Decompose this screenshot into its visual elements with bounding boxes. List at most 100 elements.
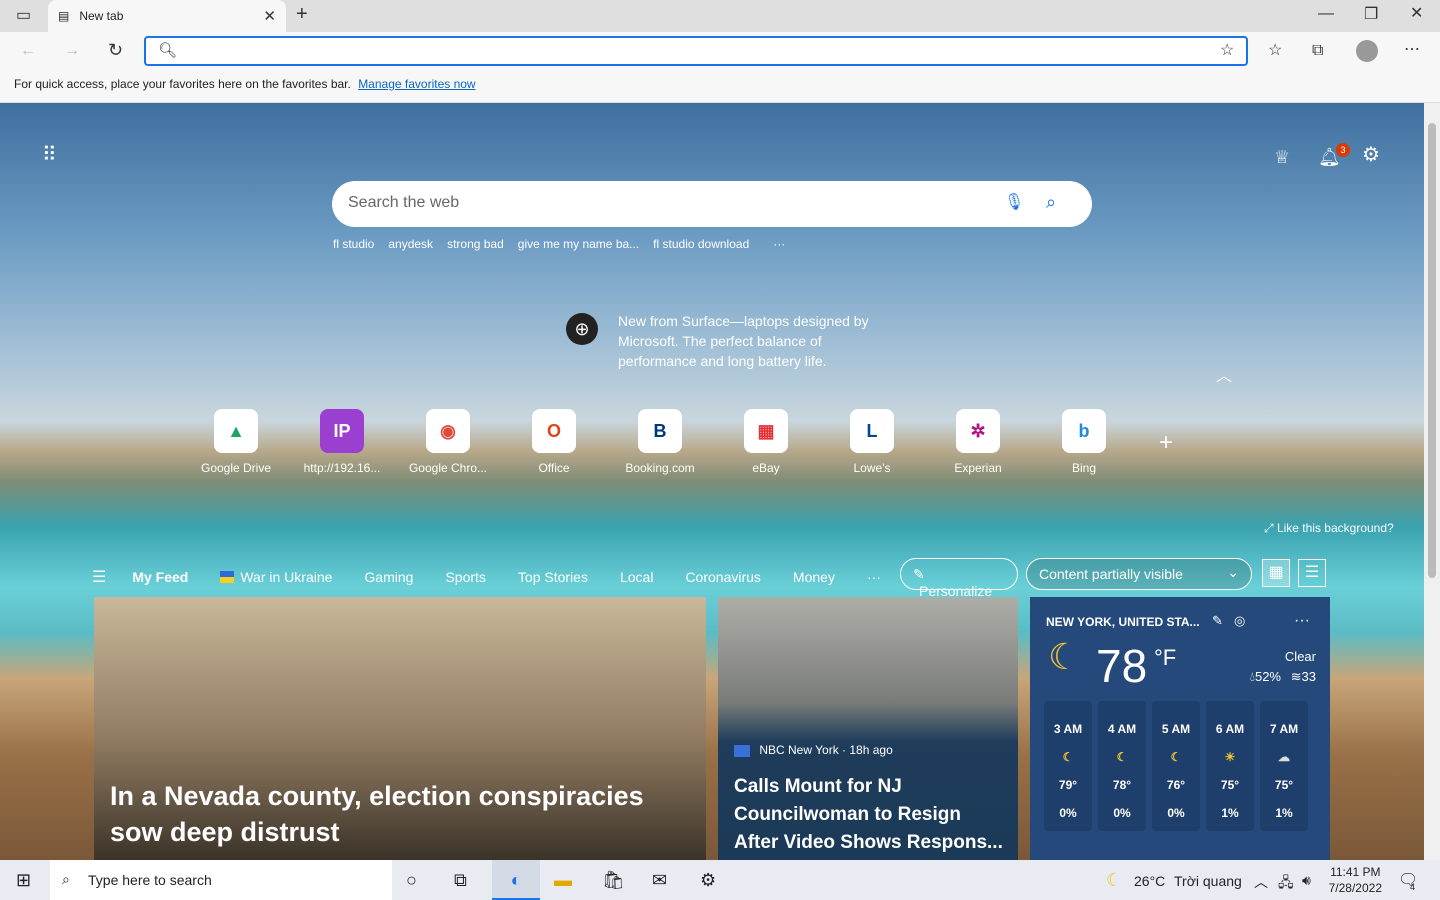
hour-precip: 0% [1059, 806, 1077, 820]
add-favorite-icon[interactable]: ☆ [1220, 43, 1234, 59]
suggestion[interactable]: fl studio [333, 237, 374, 251]
quick-link-google-drive[interactable]: ▲ Google Drive [183, 409, 289, 475]
action-center-count: 4 [1410, 882, 1416, 892]
tile-label: Google Drive [200, 461, 272, 475]
tray-chevron-icon[interactable]: ︿ [1254, 872, 1268, 892]
restore-icon[interactable]: ❐ [1364, 7, 1378, 23]
hour-forecast[interactable]: 3 AM ☾ 79° 0% [1044, 701, 1092, 831]
more-suggestions-icon[interactable]: ··· [773, 237, 785, 251]
action-center-icon[interactable]: 🗨︎ [1398, 870, 1418, 890]
tab-my-feed[interactable]: My Feed [132, 569, 188, 585]
feed-menu-icon[interactable]: ☰ [92, 567, 106, 587]
new-tab-icon[interactable]: + [296, 4, 308, 24]
collections-icon[interactable]: ⧉ [1312, 43, 1323, 59]
close-tab-icon[interactable]: ✕ [263, 7, 276, 25]
network-icon[interactable]: 🖧︎ [1278, 872, 1294, 896]
cortana-icon[interactable]: ○ [406, 870, 417, 891]
collapse-chevron-icon[interactable]: ︿ [1216, 369, 1232, 385]
suggestion[interactable]: fl studio download [653, 237, 749, 251]
tile-label: Office [538, 461, 570, 475]
card-headline: Calls Mount for NJ Councilwoman to Resig… [734, 776, 1003, 853]
scrollbar-thumb[interactable] [1428, 123, 1436, 578]
search-icon: 🔍︎ [158, 42, 178, 59]
experian-icon: ✲ [956, 409, 1000, 453]
news-card-featured[interactable]: In a Nevada county, election conspiracie… [94, 597, 706, 860]
quick-link-bing[interactable]: b Bing [1031, 409, 1137, 475]
grid-view-icon[interactable]: ▦ [1262, 559, 1290, 587]
quick-link-office[interactable]: O Office [501, 409, 607, 475]
personalize-button[interactable]: ✎ Personalize [900, 558, 1018, 599]
hour-time: 5 AM [1161, 722, 1191, 736]
refresh-icon[interactable]: ↻ [108, 41, 123, 59]
file-explorer-icon[interactable]: ▬ [554, 870, 572, 891]
apps-grid-icon[interactable]: ⠿ [42, 145, 57, 165]
more-menu-icon[interactable]: ⋯ [1404, 42, 1420, 58]
tab-coronavirus[interactable]: Coronavirus [685, 569, 760, 585]
tab-war-in-ukraine[interactable]: War in Ukraine [240, 569, 332, 585]
hour-forecast[interactable]: 5 AM ☾ 76° 0% [1152, 701, 1200, 831]
edit-location-icon[interactable]: ✎ [1212, 613, 1223, 629]
taskbar-search[interactable]: ⌕ Type here to search [50, 860, 392, 900]
hour-forecast[interactable]: 6 AM ☀ 75° 1% [1206, 701, 1254, 831]
tile-label: http://192.16... [303, 461, 381, 475]
quick-link-chrome[interactable]: ◉ Google Chro... [395, 409, 501, 475]
tab-local[interactable]: Local [620, 569, 653, 585]
more-tabs-icon[interactable]: ··· [867, 569, 881, 585]
tab-money[interactable]: Money [793, 569, 835, 585]
suggestion[interactable]: anydesk [388, 237, 433, 251]
minimize-icon[interactable]: — [1318, 6, 1334, 22]
content-visibility-dropdown[interactable]: Content partially visible ⌄ [1026, 558, 1252, 590]
volume-icon[interactable]: 🔊︎ [1302, 872, 1311, 889]
hour-precip: 0% [1113, 806, 1131, 820]
list-view-icon[interactable]: ☰ [1298, 559, 1326, 587]
settings-icon[interactable]: ⚙ [700, 870, 716, 891]
quick-link-experian[interactable]: ✲ Experian [925, 409, 1031, 475]
hour-temp: 76° [1166, 778, 1186, 792]
tab-top-stories[interactable]: Top Stories [518, 569, 588, 585]
suggestion[interactable]: give me my name ba... [518, 237, 639, 251]
store-icon[interactable]: 🛍︎ [602, 870, 625, 891]
close-window-icon[interactable]: ✕ [1410, 6, 1423, 22]
suggestion[interactable]: strong bad [447, 237, 504, 251]
tab-actions-icon[interactable]: ▭ [16, 8, 31, 24]
hour-forecast[interactable]: 4 AM ☾ 78° 0% [1098, 701, 1146, 831]
card-headline: In a Nevada county, election conspiracie… [110, 781, 644, 847]
rewards-icon[interactable]: ♕ [1274, 148, 1290, 166]
add-tile-icon[interactable]: + [1159, 429, 1173, 475]
locate-icon[interactable]: ◎ [1234, 613, 1245, 629]
settings-gear-icon[interactable]: ⚙ [1362, 145, 1380, 165]
edge-icon[interactable]: ◐ [492, 860, 540, 900]
voice-search-icon[interactable]: 🎙︎ [1004, 195, 1024, 211]
tile-label: Experian [954, 461, 1002, 475]
favorites-icon[interactable]: ☆ [1268, 43, 1282, 59]
hour-forecast[interactable]: 7 AM ☁ 75° 1% [1260, 701, 1308, 831]
back-icon[interactable]: ← [20, 43, 36, 59]
profile-avatar[interactable] [1356, 40, 1378, 62]
like-background[interactable]: ⤢ Like this background? [1264, 521, 1394, 536]
taskbar: ⊞ ⌕ Type here to search ○ ⧉ ◐ ▬ 🛍︎ ✉ ⚙ ☾… [0, 860, 1440, 900]
tab-sports[interactable]: Sports [445, 569, 485, 585]
web-search-box[interactable]: Search the web 🎙︎ ⌕ [332, 181, 1092, 227]
quick-link-lowes[interactable]: L Lowe's [819, 409, 925, 475]
taskbar-weather-temp[interactable]: 26°C [1134, 873, 1165, 889]
weather-more-icon[interactable]: ··· [1294, 613, 1310, 629]
page-scrollbar[interactable] [1424, 103, 1440, 860]
quick-link-booking[interactable]: B Booking.com [607, 409, 713, 475]
clock[interactable]: 11:41 PM 7/28/2022 [1329, 864, 1382, 896]
task-view-icon[interactable]: ⧉ [454, 870, 467, 891]
ukraine-flag-icon [220, 571, 235, 583]
mail-icon[interactable]: ✉ [652, 870, 667, 891]
quick-link-ebay[interactable]: ▦ eBay [713, 409, 819, 475]
news-card[interactable]: NBC New York · 18h ago Calls Mount for N… [718, 597, 1018, 860]
tab-gaming[interactable]: Gaming [364, 569, 413, 585]
promo-banner[interactable]: ⊕ New from Surface—laptops designed by M… [566, 311, 886, 371]
forward-icon[interactable]: → [64, 43, 80, 59]
tab-new-tab[interactable]: ▤ New tab ✕ [48, 0, 286, 32]
manage-favorites-link[interactable]: Manage favorites now [358, 77, 475, 91]
quick-link-ip[interactable]: IP http://192.16... [289, 409, 395, 475]
weather-card[interactable]: NEW YORK, UNITED STA... ✎ ◎ ··· ☾ 78 °F … [1030, 597, 1330, 860]
windows-start-icon[interactable]: ⊞ [16, 870, 31, 891]
taskbar-weather-desc[interactable]: Trời quang [1174, 873, 1242, 889]
search-submit-icon[interactable]: ⌕ [1046, 193, 1056, 211]
address-bar[interactable]: 🔍︎ ☆ [144, 36, 1248, 66]
